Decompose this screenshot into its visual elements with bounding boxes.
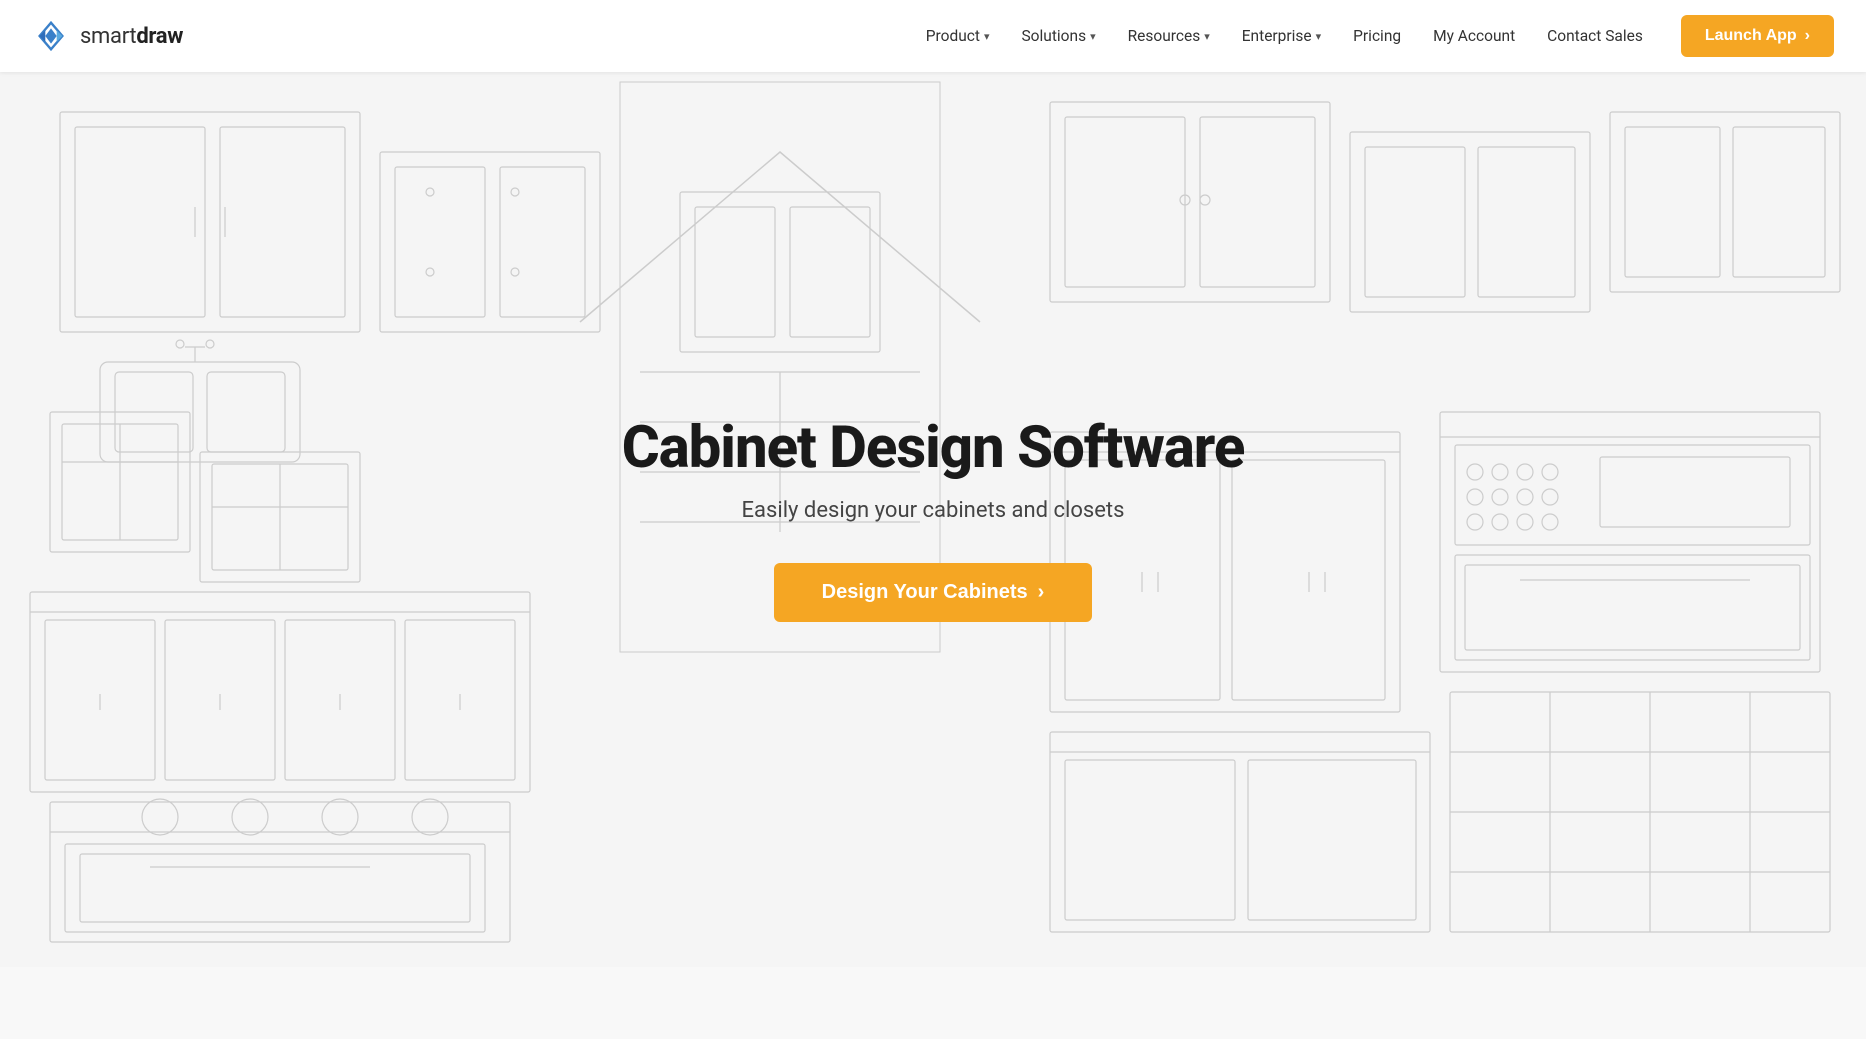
nav-item-resources[interactable]: Resources ▾ xyxy=(1114,19,1224,53)
arrow-icon: › xyxy=(1038,581,1045,604)
chevron-down-icon: ▾ xyxy=(984,30,990,43)
design-cabinets-button[interactable]: Design Your Cabinets › xyxy=(774,563,1093,622)
hero-section: Cabinet Design Software Easily design yo… xyxy=(0,72,1866,967)
nav-item-solutions[interactable]: Solutions ▾ xyxy=(1007,19,1109,53)
chevron-down-icon: ▾ xyxy=(1090,30,1096,43)
nav-links: Product ▾ Solutions ▾ Resources ▾ Enterp… xyxy=(912,19,1657,53)
logo[interactable]: smartdraw xyxy=(32,17,183,55)
navbar: smartdraw Product ▾ Solutions ▾ Resource… xyxy=(0,0,1866,72)
chevron-down-icon: ▾ xyxy=(1316,30,1322,43)
nav-item-enterprise[interactable]: Enterprise ▾ xyxy=(1228,19,1335,53)
hero-content: Cabinet Design Software Easily design yo… xyxy=(622,417,1245,623)
hero-title: Cabinet Design Software xyxy=(622,417,1245,481)
nav-item-contact-sales[interactable]: Contact Sales xyxy=(1533,19,1657,53)
nav-item-my-account[interactable]: My Account xyxy=(1419,19,1529,53)
chevron-down-icon: ▾ xyxy=(1204,30,1210,43)
nav-item-product[interactable]: Product ▾ xyxy=(912,19,1004,53)
arrow-icon: › xyxy=(1805,27,1810,45)
nav-item-pricing[interactable]: Pricing xyxy=(1339,19,1415,53)
logo-icon xyxy=(32,17,70,55)
hero-subtitle: Easily design your cabinets and closets xyxy=(622,498,1245,523)
launch-app-button[interactable]: Launch App › xyxy=(1681,15,1834,57)
logo-text: smartdraw xyxy=(80,24,183,49)
